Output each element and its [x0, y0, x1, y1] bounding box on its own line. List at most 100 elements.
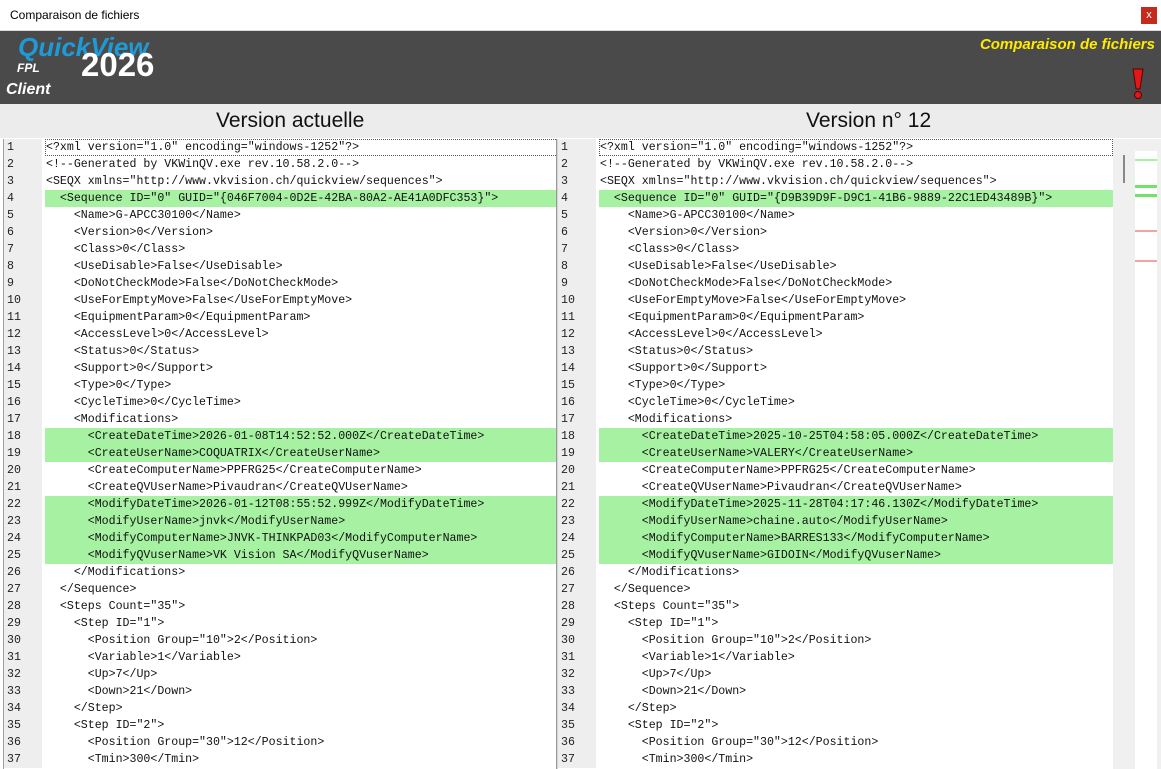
- line-text: <Support>0</Support>: [46, 362, 213, 375]
- code-line[interactable]: 36 <Position Group="30">12</Position>: [558, 734, 1113, 751]
- code-line[interactable]: 26 </Modifications>: [558, 564, 1113, 581]
- code-line[interactable]: 21 <CreateQVUserName>Pivaudran</CreateQV…: [4, 479, 558, 496]
- code-line[interactable]: 35 <Step ID="2">: [558, 717, 1113, 734]
- line-number: 31: [4, 649, 42, 666]
- code-line[interactable]: 27 </Sequence>: [558, 581, 1113, 598]
- code-line[interactable]: 37 <Tmin>300</Tmin>: [4, 751, 558, 768]
- code-line[interactable]: 4 <Sequence ID="0" GUID="{D9B39D9F-D9C1-…: [558, 190, 1113, 207]
- code-line[interactable]: 2 <!--Generated by VKWinQV.exe rev.10.58.…: [4, 156, 558, 173]
- code-line[interactable]: 19 <CreateUserName>COQUATRIX</CreateUser…: [4, 445, 558, 462]
- overview-map[interactable]: [1135, 151, 1157, 769]
- code-line[interactable]: 20 <CreateComputerName>PPFRG25</CreateCo…: [558, 462, 1113, 479]
- close-button[interactable]: x: [1141, 7, 1157, 24]
- line-number: 11: [558, 309, 596, 326]
- code-line[interactable]: 23 <ModifyUserName>chaine.auto</ModifyUs…: [558, 513, 1113, 530]
- code-line[interactable]: 31 <Variable>1</Variable>: [558, 649, 1113, 666]
- code-line[interactable]: 29 <Step ID="1">: [4, 615, 558, 632]
- code-line[interactable]: 1 <?xml version="1.0" encoding="windows-1…: [4, 139, 558, 156]
- code-line[interactable]: 9 <DoNotCheckMode>False</DoNotCheckMode>: [4, 275, 558, 292]
- line-text: <Version>0</Version>: [46, 226, 213, 239]
- code-line[interactable]: 14 <Support>0</Support>: [4, 360, 558, 377]
- code-line[interactable]: 11 <EquipmentParam>0</EquipmentParam>: [558, 309, 1113, 326]
- overview-diff-mark[interactable]: [1135, 230, 1157, 232]
- code-line[interactable]: 20 <CreateComputerName>PPFRG25</CreateCo…: [4, 462, 558, 479]
- brand-year: 2026: [81, 46, 155, 83]
- code-line[interactable]: 23 <ModifyUserName>jnvk</ModifyUserName>: [4, 513, 558, 530]
- code-line[interactable]: 10 <UseForEmptyMove>False</UseForEmptyMo…: [558, 292, 1113, 309]
- code-line[interactable]: 33 <Down>21</Down>: [558, 683, 1113, 700]
- code-line[interactable]: 22 <ModifyDateTime>2025-11-28T04:17:46.1…: [558, 496, 1113, 513]
- line-text: </Sequence>: [46, 583, 137, 596]
- code-line[interactable]: 28 <Steps Count="35">: [4, 598, 558, 615]
- code-line[interactable]: 22 <ModifyDateTime>2026-01-12T08:55:52.9…: [4, 496, 558, 513]
- code-line[interactable]: 5 <Name>G-APCC30100</Name>: [558, 207, 1113, 224]
- code-line[interactable]: 12 <AccessLevel>0</AccessLevel>: [4, 326, 558, 343]
- code-line[interactable]: 17 <Modifications>: [558, 411, 1113, 428]
- code-line[interactable]: 35 <Step ID="2">: [4, 717, 558, 734]
- overview-diff-mark[interactable]: [1135, 185, 1157, 188]
- code-line[interactable]: 30 <Position Group="10">2</Position>: [558, 632, 1113, 649]
- code-line[interactable]: 18 <CreateDateTime>2025-10-25T04:58:05.0…: [558, 428, 1113, 445]
- code-line[interactable]: 8 <UseDisable>False</UseDisable>: [4, 258, 558, 275]
- diff-overview-bar[interactable]: [1113, 139, 1161, 769]
- code-line[interactable]: 6 <Version>0</Version>: [4, 224, 558, 241]
- line-number: 2: [4, 156, 42, 173]
- code-line[interactable]: 19 <CreateUserName>VALERY</CreateUserNam…: [558, 445, 1113, 462]
- line-number: 33: [4, 683, 42, 700]
- code-line[interactable]: 5 <Name>G-APCC30100</Name>: [4, 207, 558, 224]
- code-line[interactable]: 17 <Modifications>: [4, 411, 558, 428]
- code-line[interactable]: 7 <Class>0</Class>: [558, 241, 1113, 258]
- code-line[interactable]: 3 <SEQX xmlns="http://www.vkvision.ch/qui…: [558, 173, 1113, 190]
- overview-diff-mark[interactable]: [1135, 194, 1157, 197]
- code-line[interactable]: 31 <Variable>1</Variable>: [4, 649, 558, 666]
- code-line[interactable]: 11 <EquipmentParam>0</EquipmentParam>: [4, 309, 558, 326]
- code-line[interactable]: 6 <Version>0</Version>: [558, 224, 1113, 241]
- overview-diff-mark[interactable]: [1135, 260, 1157, 262]
- code-line[interactable]: 13 <Status>0</Status>: [558, 343, 1113, 360]
- code-line[interactable]: 2 <!--Generated by VKWinQV.exe rev.10.58.…: [558, 156, 1113, 173]
- code-line[interactable]: 34 </Step>: [4, 700, 558, 717]
- code-line[interactable]: 37 <Tmin>300</Tmin>: [558, 751, 1113, 768]
- code-line[interactable]: 27 </Sequence>: [4, 581, 558, 598]
- code-line[interactable]: 16 <CycleTime>0</CycleTime>: [4, 394, 558, 411]
- code-line[interactable]: 34 </Step>: [558, 700, 1113, 717]
- overview-diff-mark[interactable]: [1135, 159, 1157, 161]
- code-line[interactable]: 1 <?xml version="1.0" encoding="windows-1…: [558, 139, 1113, 156]
- code-line[interactable]: 9 <DoNotCheckMode>False</DoNotCheckMode>: [558, 275, 1113, 292]
- left-code-pane[interactable]: 1 <?xml version="1.0" encoding="windows-1…: [3, 139, 558, 769]
- code-line[interactable]: 15 <Type>0</Type>: [558, 377, 1113, 394]
- code-line[interactable]: 16 <CycleTime>0</CycleTime>: [558, 394, 1113, 411]
- line-text: <Up>7</Up>: [600, 668, 712, 681]
- code-line[interactable]: 24 <ModifyComputerName>BARRES133</Modify…: [558, 530, 1113, 547]
- code-line[interactable]: 32 <Up>7</Up>: [558, 666, 1113, 683]
- code-line[interactable]: 8 <UseDisable>False</UseDisable>: [558, 258, 1113, 275]
- code-line[interactable]: 28 <Steps Count="35">: [558, 598, 1113, 615]
- code-line[interactable]: 10 <UseForEmptyMove>False</UseForEmptyMo…: [4, 292, 558, 309]
- line-text: <!--Generated by VKWinQV.exe rev.10.58.2…: [46, 158, 360, 171]
- code-line[interactable]: 13 <Status>0</Status>: [4, 343, 558, 360]
- code-line[interactable]: 24 <ModifyComputerName>JNVK-THINKPAD03</…: [4, 530, 558, 547]
- code-line[interactable]: 4 <Sequence ID="0" GUID="{046F7004-0D2E-…: [4, 190, 558, 207]
- line-text: <Down>21</Down>: [46, 685, 193, 698]
- code-line[interactable]: 36 <Position Group="30">12</Position>: [4, 734, 558, 751]
- code-line[interactable]: 14 <Support>0</Support>: [558, 360, 1113, 377]
- window-title: Comparaison de fichiers: [10, 8, 140, 22]
- code-line[interactable]: 25 <ModifyQVuserName>GIDOIN</ModifyQVuse…: [558, 547, 1113, 564]
- line-number: 27: [558, 581, 596, 598]
- code-line[interactable]: 3 <SEQX xmlns="http://www.vkvision.ch/qui…: [4, 173, 558, 190]
- code-line[interactable]: 21 <CreateQVUserName>Pivaudran</CreateQV…: [558, 479, 1113, 496]
- code-line[interactable]: 30 <Position Group="10">2</Position>: [4, 632, 558, 649]
- code-line[interactable]: 26 </Modifications>: [4, 564, 558, 581]
- code-line[interactable]: 25 <ModifyQVuserName>VK Vision SA</Modif…: [4, 547, 558, 564]
- diff-line-text: <CreateDateTime>2026-01-08T14:52:52.000Z…: [45, 428, 558, 445]
- right-code-pane[interactable]: 1 <?xml version="1.0" encoding="windows-1…: [558, 139, 1113, 769]
- code-line[interactable]: 18 <CreateDateTime>2026-01-08T14:52:52.0…: [4, 428, 558, 445]
- code-line[interactable]: 32 <Up>7</Up>: [4, 666, 558, 683]
- code-line[interactable]: 12 <AccessLevel>0</AccessLevel>: [558, 326, 1113, 343]
- code-line[interactable]: 7 <Class>0</Class>: [4, 241, 558, 258]
- overview-scroll-indicator[interactable]: [1123, 155, 1125, 183]
- line-text: <UseForEmptyMove>False</UseForEmptyMove>: [600, 294, 907, 307]
- code-line[interactable]: 33 <Down>21</Down>: [4, 683, 558, 700]
- code-line[interactable]: 29 <Step ID="1">: [558, 615, 1113, 632]
- code-line[interactable]: 15 <Type>0</Type>: [4, 377, 558, 394]
